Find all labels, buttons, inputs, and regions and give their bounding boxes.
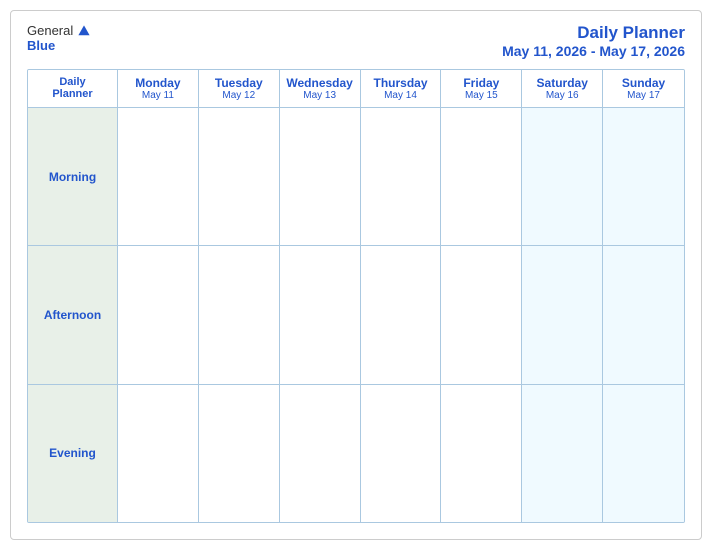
- page-title: Daily Planner: [502, 23, 685, 43]
- evening-tuesday-cell[interactable]: [199, 385, 280, 522]
- afternoon-thursday-cell[interactable]: [361, 246, 442, 383]
- afternoon-sunday-cell[interactable]: [603, 246, 684, 383]
- header-col-sunday: Sunday May 17: [603, 70, 684, 108]
- evening-row: Evening: [28, 385, 684, 522]
- tuesday-label: Tuesday: [203, 76, 275, 90]
- friday-date: May 15: [445, 90, 517, 101]
- tuesday-date: May 12: [203, 90, 275, 101]
- header-col-monday: Monday May 11: [118, 70, 199, 108]
- logo-blue: Blue: [27, 38, 55, 53]
- morning-sunday-cell[interactable]: [603, 108, 684, 245]
- header-label-daily: Daily: [32, 76, 113, 88]
- morning-monday-cell[interactable]: [118, 108, 199, 245]
- evening-label: Evening: [28, 385, 118, 522]
- logo-general: General: [27, 23, 73, 38]
- evening-friday-cell[interactable]: [441, 385, 522, 522]
- calendar: Daily Planner Monday May 11 Tuesday May …: [27, 69, 685, 523]
- sunday-date: May 17: [607, 90, 680, 101]
- monday-date: May 11: [122, 90, 194, 101]
- evening-monday-cell[interactable]: [118, 385, 199, 522]
- calendar-header: Daily Planner Monday May 11 Tuesday May …: [28, 70, 684, 108]
- afternoon-row: Afternoon: [28, 246, 684, 384]
- header: General Blue Daily Planner May 11, 2026 …: [27, 23, 685, 59]
- wednesday-date: May 13: [284, 90, 356, 101]
- afternoon-label: Afternoon: [28, 246, 118, 383]
- afternoon-friday-cell[interactable]: [441, 246, 522, 383]
- header-label-planner: Planner: [32, 88, 113, 100]
- friday-label: Friday: [445, 76, 517, 90]
- saturday-date: May 16: [526, 90, 598, 101]
- afternoon-saturday-cell[interactable]: [522, 246, 603, 383]
- morning-thursday-cell[interactable]: [361, 108, 442, 245]
- header-col-thursday: Thursday May 14: [361, 70, 442, 108]
- sunday-label: Sunday: [607, 76, 680, 90]
- saturday-label: Saturday: [526, 76, 598, 90]
- header-col-saturday: Saturday May 16: [522, 70, 603, 108]
- thursday-label: Thursday: [365, 76, 437, 90]
- afternoon-monday-cell[interactable]: [118, 246, 199, 383]
- evening-thursday-cell[interactable]: [361, 385, 442, 522]
- morning-label: Morning: [28, 108, 118, 245]
- date-range: May 11, 2026 - May 17, 2026: [502, 43, 685, 59]
- logo-blue-text: Blue: [27, 38, 55, 53]
- morning-row: Morning: [28, 108, 684, 246]
- logo-icon: [77, 24, 91, 38]
- morning-saturday-cell[interactable]: [522, 108, 603, 245]
- morning-wednesday-cell[interactable]: [280, 108, 361, 245]
- afternoon-tuesday-cell[interactable]: [199, 246, 280, 383]
- logo-text: General: [27, 23, 91, 38]
- wednesday-label: Wednesday: [284, 76, 356, 90]
- thursday-date: May 14: [365, 90, 437, 101]
- page-container: General Blue Daily Planner May 11, 2026 …: [10, 10, 702, 540]
- morning-friday-cell[interactable]: [441, 108, 522, 245]
- evening-sunday-cell[interactable]: [603, 385, 684, 522]
- afternoon-wednesday-cell[interactable]: [280, 246, 361, 383]
- evening-saturday-cell[interactable]: [522, 385, 603, 522]
- title-area: Daily Planner May 11, 2026 - May 17, 202…: [502, 23, 685, 59]
- header-col-daily-planner: Daily Planner: [28, 70, 118, 108]
- evening-wednesday-cell[interactable]: [280, 385, 361, 522]
- calendar-body: Morning Afternoon: [28, 108, 684, 522]
- monday-label: Monday: [122, 76, 194, 90]
- logo-area: General Blue: [27, 23, 91, 53]
- header-col-wednesday: Wednesday May 13: [280, 70, 361, 108]
- header-col-tuesday: Tuesday May 12: [199, 70, 280, 108]
- morning-tuesday-cell[interactable]: [199, 108, 280, 245]
- header-col-friday: Friday May 15: [441, 70, 522, 108]
